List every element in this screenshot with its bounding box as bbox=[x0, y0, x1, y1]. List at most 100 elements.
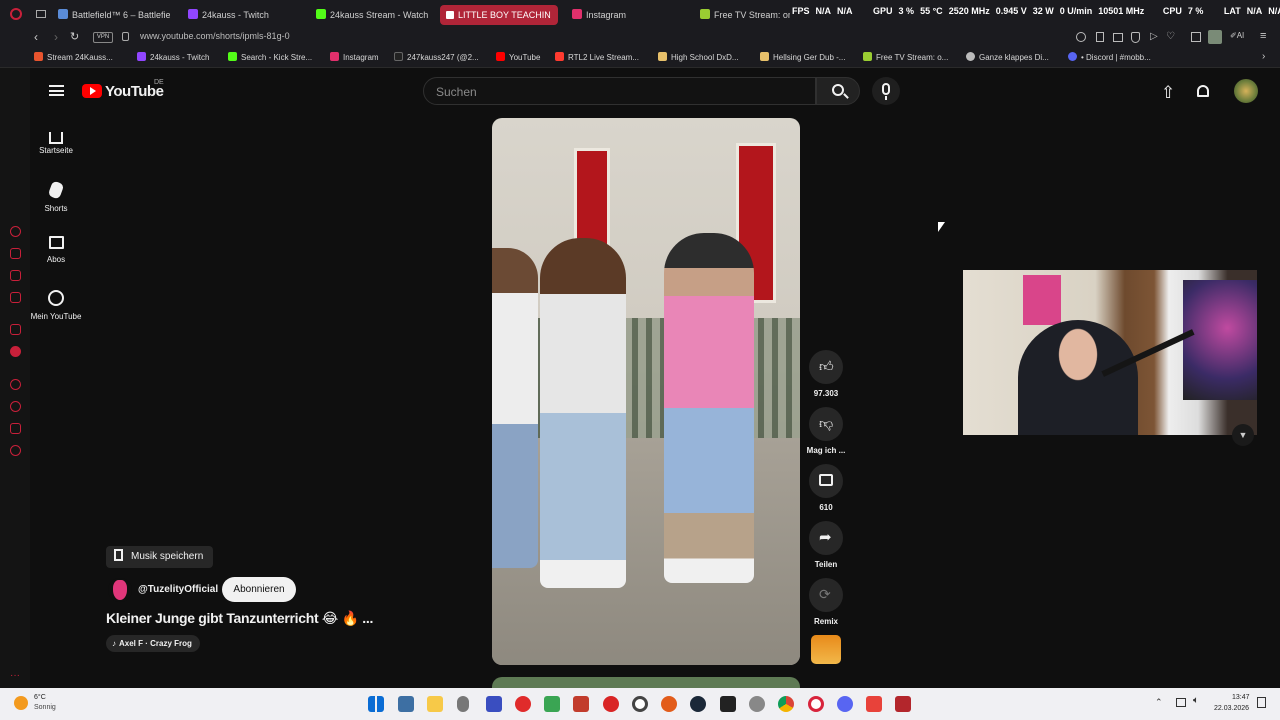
pin-icon[interactable] bbox=[1096, 32, 1104, 42]
network-icon[interactable] bbox=[1176, 698, 1186, 707]
upload-icon[interactable]: ⇧ bbox=[1161, 83, 1175, 103]
file-explorer-icon[interactable] bbox=[427, 696, 443, 712]
search-button[interactable] bbox=[816, 77, 860, 105]
rail-icon[interactable] bbox=[10, 379, 21, 390]
forward-icon[interactable]: › bbox=[54, 30, 58, 44]
app-icon-rec[interactable] bbox=[603, 696, 619, 712]
app-icon-video[interactable] bbox=[573, 696, 589, 712]
sound-thumbnail[interactable] bbox=[811, 635, 841, 664]
profile-avatar[interactable] bbox=[1208, 30, 1222, 44]
scroll-down-button[interactable]: ▼ bbox=[1232, 424, 1254, 446]
opera-gx-icon[interactable] bbox=[808, 696, 824, 712]
notifications-icon[interactable] bbox=[1197, 85, 1209, 97]
app-icon-gear[interactable] bbox=[749, 696, 765, 712]
browser-menu-icon[interactable] bbox=[10, 8, 22, 20]
nav-subscriptions[interactable]: Abos bbox=[30, 236, 82, 264]
vpn-badge[interactable]: VPN bbox=[93, 32, 113, 43]
dislike-button[interactable]: 👎︎ bbox=[809, 407, 843, 441]
nav-shorts[interactable]: Shorts bbox=[30, 180, 82, 213]
shield-icon[interactable] bbox=[1131, 32, 1140, 43]
bookmark-item[interactable]: • Discord | #mobb... bbox=[1068, 52, 1151, 62]
steam-icon[interactable] bbox=[690, 696, 706, 712]
channel-name[interactable]: @TuzelityOfficial bbox=[138, 584, 218, 595]
voice-search-button[interactable] bbox=[872, 77, 900, 105]
snapshot-icon[interactable] bbox=[1113, 33, 1123, 42]
tab-kick[interactable]: 24kauss Stream - Watch l... bbox=[316, 5, 428, 25]
app-icon-ring[interactable] bbox=[632, 696, 648, 712]
sound-chip[interactable]: ♪ Axel F · Crazy Frog bbox=[106, 635, 200, 652]
free-tv-icon bbox=[700, 9, 710, 19]
notification-center-icon[interactable] bbox=[1257, 697, 1266, 708]
account-avatar[interactable] bbox=[1234, 79, 1258, 103]
bookmarks-more-icon[interactable]: › bbox=[1262, 51, 1265, 62]
bookmark-item[interactable]: High School DxD... bbox=[658, 52, 739, 62]
app-icon-red-2[interactable] bbox=[866, 696, 882, 712]
ai-icon[interactable]: ✐AI bbox=[1230, 31, 1244, 40]
short-title[interactable]: Kleiner Junge gibt Tanzunterricht 😂 🔥 ..… bbox=[106, 610, 373, 627]
vpn-app-icon[interactable] bbox=[486, 696, 502, 712]
zoom-icon[interactable] bbox=[1076, 32, 1086, 42]
rail-icon[interactable] bbox=[10, 401, 21, 412]
bookmark-item[interactable]: Hellsing Ger Dub -... bbox=[760, 52, 845, 62]
clock-time[interactable]: 13:47 bbox=[1232, 694, 1250, 701]
rail-icon[interactable] bbox=[10, 423, 21, 434]
bookmark-item[interactable]: Stream 24Kauss... bbox=[34, 52, 113, 62]
nav-home[interactable]: Startseite bbox=[30, 128, 82, 155]
tab-overview-icon[interactable] bbox=[36, 10, 46, 18]
url-field[interactable]: www.youtube.com/shorts/ipmls-81g-0 bbox=[140, 31, 290, 41]
play-icon[interactable]: ▷ bbox=[1150, 31, 1158, 42]
tab-free-tv[interactable]: Free TV Stream: online s... bbox=[700, 5, 790, 25]
tab-battlefield[interactable]: Battlefield™ 6 – Battlefield bbox=[58, 5, 170, 25]
rail-icon[interactable] bbox=[10, 324, 21, 335]
back-icon[interactable]: ‹ bbox=[34, 30, 38, 44]
calculator-icon[interactable] bbox=[398, 696, 414, 712]
search-input[interactable]: Suchen bbox=[423, 77, 816, 105]
extensions-icon[interactable] bbox=[1191, 32, 1201, 42]
bookmark-item[interactable]: 24kauss - Twitch bbox=[137, 52, 209, 62]
mouse-app-icon[interactable] bbox=[457, 696, 469, 712]
weather-temperature[interactable]: 6°C bbox=[34, 694, 46, 701]
tab-youtube-active[interactable]: LITTLE BOY TEACHIN bbox=[440, 5, 558, 25]
save-music-button[interactable]: Musik speichern bbox=[106, 546, 214, 568]
app-icon-red[interactable] bbox=[515, 696, 531, 712]
app-icon-square[interactable] bbox=[720, 696, 736, 712]
clock-date[interactable]: 22.03.2026 bbox=[1214, 705, 1249, 712]
subscribe-button[interactable]: Abonnieren bbox=[222, 577, 296, 602]
channel-avatar[interactable] bbox=[108, 578, 132, 602]
bookmark-item[interactable]: RTL2 Live Stream... bbox=[555, 52, 639, 62]
tray-chevron-icon[interactable]: ⌃ bbox=[1155, 697, 1163, 708]
like-button[interactable]: 👍︎ bbox=[809, 350, 843, 384]
nav-my-youtube[interactable]: Mein YouTube bbox=[30, 290, 82, 321]
chrome-icon[interactable] bbox=[778, 696, 794, 712]
app-icon-game[interactable] bbox=[895, 696, 911, 712]
rail-icon[interactable] bbox=[10, 226, 21, 237]
bookmark-item[interactable]: Ganze klappes Di... bbox=[966, 52, 1049, 62]
short-video-player[interactable] bbox=[492, 118, 800, 665]
app-icon-orange[interactable] bbox=[661, 696, 677, 712]
tab-instagram[interactable]: Instagram bbox=[572, 5, 682, 25]
rail-more-icon[interactable]: ··· bbox=[10, 670, 20, 681]
next-short-preview[interactable] bbox=[492, 677, 800, 688]
bookmark-item[interactable]: Instagram bbox=[330, 52, 379, 62]
bookmark-item[interactable]: Free TV Stream: o... bbox=[863, 52, 948, 62]
bookmark-item[interactable]: 247kauss247 (@2... bbox=[394, 52, 479, 62]
menu-icon[interactable]: ≡ bbox=[1260, 30, 1266, 42]
rail-icon[interactable] bbox=[10, 270, 21, 281]
rail-icon[interactable] bbox=[10, 346, 21, 357]
bookmark-item[interactable]: YouTube bbox=[496, 52, 540, 62]
comments-button[interactable] bbox=[809, 464, 843, 498]
heart-icon[interactable]: ♡ bbox=[1166, 31, 1175, 42]
discord-icon[interactable] bbox=[837, 696, 853, 712]
start-icon[interactable] bbox=[368, 696, 384, 712]
reload-icon[interactable]: ↻ bbox=[70, 30, 79, 43]
remix-button[interactable]: ⟳ bbox=[809, 578, 843, 612]
share-button[interactable]: ➦ bbox=[809, 521, 843, 555]
app-icon-stack[interactable] bbox=[544, 696, 560, 712]
rail-icon[interactable] bbox=[10, 292, 21, 303]
weather-description[interactable]: Sonnig bbox=[34, 704, 56, 711]
tab-twitch[interactable]: 24kauss - Twitch bbox=[188, 5, 298, 25]
bookmark-item[interactable]: Search - Kick Stre... bbox=[228, 52, 312, 62]
rail-icon[interactable] bbox=[10, 445, 21, 456]
rail-icon[interactable] bbox=[10, 248, 21, 259]
volume-icon[interactable]: 🔈︎ bbox=[1193, 695, 1199, 706]
